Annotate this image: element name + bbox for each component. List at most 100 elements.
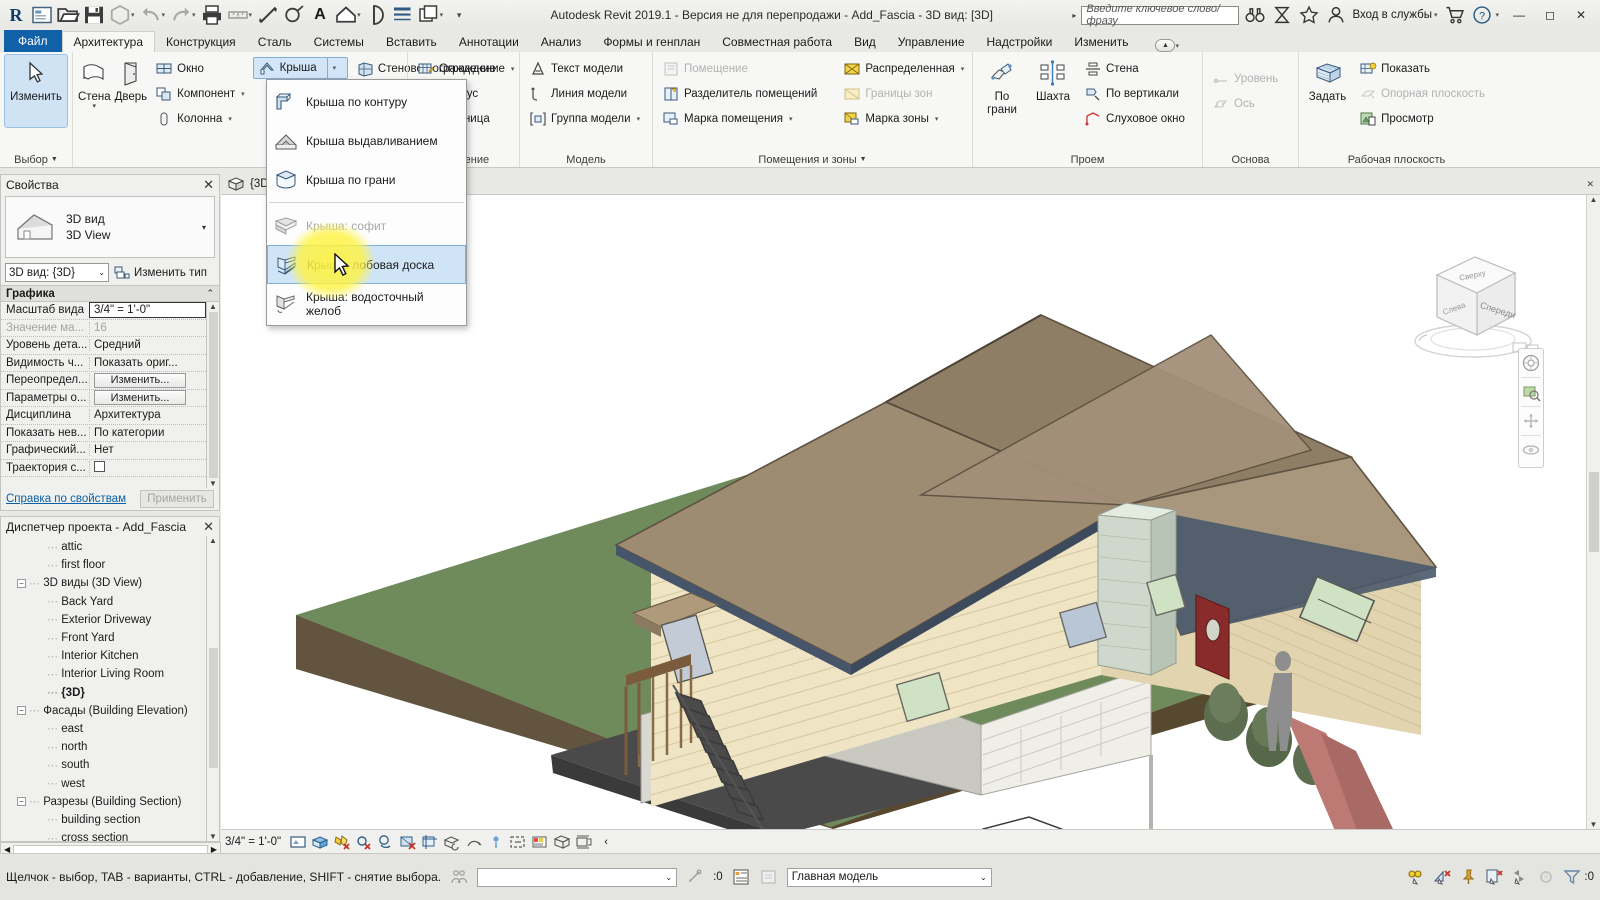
shadows-icon[interactable] xyxy=(377,833,395,851)
select-pinned-elements-icon[interactable] xyxy=(1458,867,1478,887)
ribbon-minimize-caret-icon[interactable]: ▾ xyxy=(1175,42,1179,50)
select-elements-by-face-icon[interactable] xyxy=(1484,867,1504,887)
roof-split-button[interactable]: Крыша ▾ xyxy=(252,57,348,79)
show-workplane-button[interactable]: Показать xyxy=(1355,57,1489,81)
column-caret-icon[interactable]: ▾ xyxy=(228,115,232,123)
new-project-icon[interactable] xyxy=(30,3,54,27)
tree-item-active-view[interactable]: ⋯ {3D} xyxy=(1,684,206,702)
scroll-thumb[interactable] xyxy=(208,648,218,768)
viewport-vertical-scrollbar[interactable]: ▲ ▼ xyxy=(1586,195,1600,829)
wall-button[interactable]: Стена ▾ xyxy=(78,55,111,110)
property-row[interactable]: Траектория с... xyxy=(1,460,206,477)
type-selector-combo[interactable]: 3D вид: {3D} ⌄ xyxy=(5,263,109,282)
grid-button[interactable]: Ось xyxy=(1208,92,1282,116)
menu-item-roof-by-footprint[interactable]: Крыша по контуру xyxy=(267,82,466,121)
opening-vertical-button[interactable]: По вертикали xyxy=(1080,82,1189,106)
property-checkbox[interactable] xyxy=(94,460,105,472)
customize-qat-icon[interactable]: ▾ xyxy=(447,3,471,27)
scroll-down-icon[interactable]: ▼ xyxy=(209,479,217,488)
tree-item[interactable]: ⋯ east xyxy=(1,720,206,738)
thin-lines-icon[interactable] xyxy=(391,3,415,27)
expand-toolbar-icon[interactable]: ‹ xyxy=(597,833,615,851)
sun-path-icon[interactable] xyxy=(355,833,373,851)
menu-item-roof-fascia[interactable]: Крыша: лобовая доска xyxy=(267,245,466,284)
window-caret-icon[interactable]: ▾ xyxy=(440,11,444,19)
edit-type-button[interactable]: Изменить тип xyxy=(113,264,207,282)
design-option-combo[interactable]: Главная модель ⌄ xyxy=(786,867,992,887)
filter-icon[interactable] xyxy=(1562,867,1582,887)
help-icon[interactable]: ? xyxy=(1471,4,1493,26)
ribbon-tab-collaborate[interactable]: Совместная работа xyxy=(711,31,843,52)
worksharing-people-icon[interactable] xyxy=(449,867,469,887)
tree-item[interactable]: ⋯ attic xyxy=(1,538,206,556)
property-row[interactable]: Видимость ч... Показать ориг... xyxy=(1,355,206,372)
ribbon-tab-addins[interactable]: Надстройки xyxy=(976,31,1064,52)
tree-item[interactable]: ⋯ building section xyxy=(1,811,206,829)
component-button[interactable]: Компонент ▾ xyxy=(151,82,249,106)
design-option-caret-icon[interactable]: ⌄ xyxy=(980,873,987,882)
steering-wheel-icon[interactable] xyxy=(1521,353,1541,373)
orbit-icon[interactable] xyxy=(1521,440,1541,460)
ribbon-tab-architecture[interactable]: Архитектура xyxy=(61,31,156,52)
property-row[interactable]: Показать нев... По категории xyxy=(1,425,206,442)
select-panel-expand-icon[interactable]: ▼ xyxy=(51,156,58,163)
menu-item-roof-by-extrusion[interactable]: Крыша выдавливанием xyxy=(267,121,466,160)
room-tag-caret-icon[interactable]: ▾ xyxy=(789,115,793,123)
section-icon[interactable] xyxy=(365,3,389,27)
pan-orbit-icon[interactable] xyxy=(1521,411,1541,431)
undo-caret-icon[interactable]: ▾ xyxy=(162,11,166,19)
workplane-viewer-button[interactable]: Просмотр xyxy=(1355,107,1489,131)
show-crop-region-icon[interactable] xyxy=(443,833,461,851)
detail-level-icon[interactable] xyxy=(311,833,329,851)
modify-button[interactable]: Изменить xyxy=(4,54,68,128)
property-value[interactable]: Показать ориг... xyxy=(89,356,206,369)
property-row[interactable]: Параметры о... Изменить... xyxy=(1,390,206,407)
scroll-thumb[interactable] xyxy=(1588,472,1599,552)
ribbon-tab-systems[interactable]: Системы xyxy=(303,31,375,52)
lock-3d-view-icon[interactable] xyxy=(465,833,483,851)
property-value[interactable]: По категории xyxy=(89,426,206,439)
ribbon-tab-manage[interactable]: Управление xyxy=(887,31,976,52)
save-icon[interactable] xyxy=(82,3,106,27)
component-caret-icon[interactable]: ▾ xyxy=(241,90,245,98)
autodesk-a360-icon[interactable] xyxy=(1271,4,1293,26)
search-binoculars-icon[interactable] xyxy=(1244,4,1266,26)
properties-help-link[interactable]: Справка по свойствам xyxy=(6,493,126,505)
tree-expander-icon[interactable]: − xyxy=(17,797,26,807)
design-options-icon[interactable] xyxy=(731,867,751,887)
area-boundary-button[interactable]: Границы зон xyxy=(839,82,968,106)
properties-close-icon[interactable]: ✕ xyxy=(203,177,214,193)
shaft-button[interactable]: Шахта xyxy=(1030,55,1076,104)
model-text-button[interactable]: Текст модели xyxy=(525,57,644,81)
menu-item-roof-by-face[interactable]: Крыша по грани xyxy=(267,160,466,199)
autodesk-store-cart-icon[interactable] xyxy=(1444,4,1466,26)
window-button[interactable]: Окно xyxy=(151,57,249,81)
level-button[interactable]: Уровень xyxy=(1208,67,1282,91)
property-row[interactable]: Масштаб вида 3/4" = 1'-0" xyxy=(1,302,206,320)
user-account-icon[interactable] xyxy=(1325,4,1347,26)
ribbon-tab-modify[interactable]: Изменить xyxy=(1063,31,1139,52)
redo-icon[interactable] xyxy=(169,3,193,27)
view-scale-icon[interactable] xyxy=(289,833,307,851)
property-value[interactable]: Средний xyxy=(89,339,206,352)
model-line-button[interactable]: Линия модели xyxy=(525,82,644,106)
save-as-caret-icon[interactable]: ▾ xyxy=(131,11,135,19)
open-icon[interactable] xyxy=(56,3,80,27)
select-underlay-elements-icon[interactable] xyxy=(1432,867,1452,887)
save-as-icon[interactable] xyxy=(108,3,132,27)
wall-caret-icon[interactable]: ▾ xyxy=(93,103,97,110)
model-group-button[interactable]: Группа модели ▾ xyxy=(525,107,644,131)
tree-item[interactable]: ⋯ cross section xyxy=(1,829,206,841)
tree-item[interactable]: − ⋯ Фасады (Building Elevation) xyxy=(1,702,206,720)
property-row[interactable]: Графический... Нет xyxy=(1,442,206,460)
press-and-drag-icon[interactable] xyxy=(685,867,705,887)
area-tag-button[interactable]: Марка зоны ▾ xyxy=(839,107,968,131)
property-value[interactable]: Нет xyxy=(89,444,206,457)
measure-caret-icon[interactable]: ▾ xyxy=(249,11,253,19)
ribbon-tab-analyze[interactable]: Анализ xyxy=(530,31,593,52)
undo-icon[interactable] xyxy=(139,3,163,27)
apply-button[interactable]: Применить xyxy=(140,490,214,508)
tree-item[interactable]: − ⋯ 3D виды (3D View) xyxy=(1,574,206,592)
aligned-dimension-icon[interactable] xyxy=(256,3,280,27)
properties-type-preview[interactable]: 3D вид 3D View ▾ xyxy=(5,196,215,258)
